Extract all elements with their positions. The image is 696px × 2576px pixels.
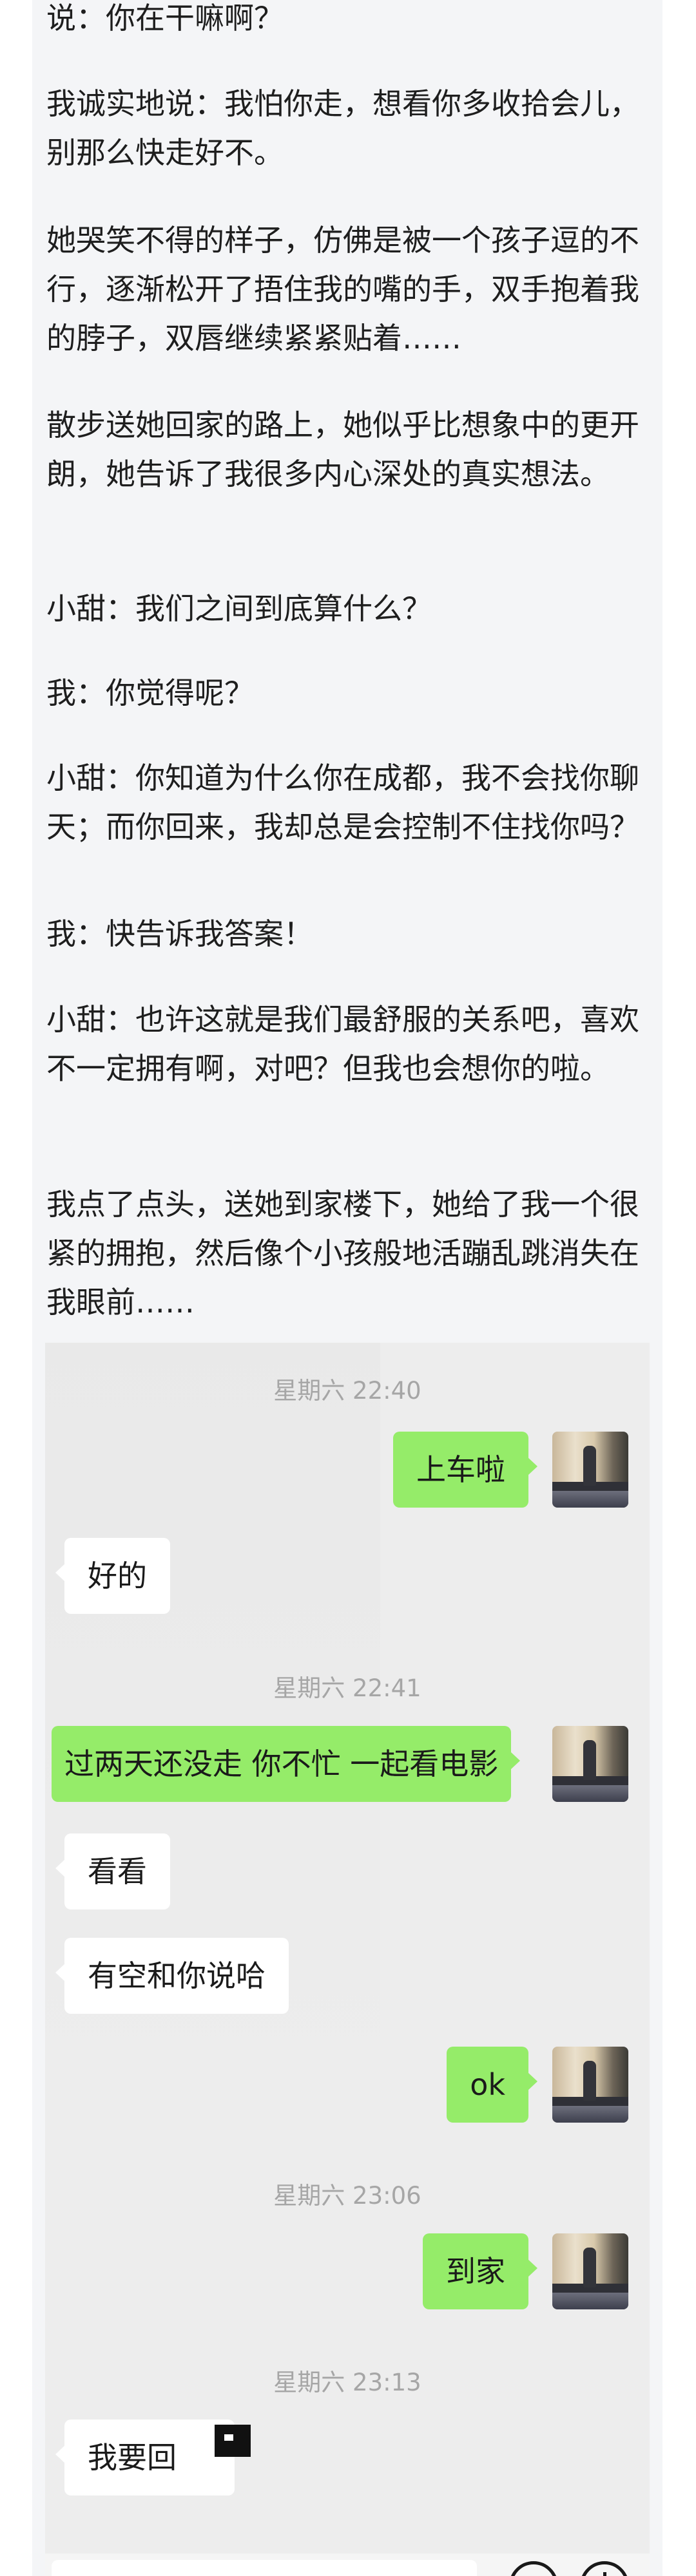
person-icon: [583, 1740, 596, 1780]
message-bubble-outgoing[interactable]: ok: [447, 2047, 537, 2123]
person-icon: [583, 2061, 596, 2101]
chat-timestamp: 星期六 22:40: [273, 1377, 421, 1405]
message-bubble-incoming[interactable]: 我要回: [55, 2420, 235, 2496]
chat-timestamp: 星期六 23:06: [273, 2182, 421, 2210]
avatar[interactable]: [552, 1432, 628, 1508]
paragraph: 我点了点头，送她到家楼下，她给了我一个很紧的拥抱，然后像个小孩般地活蹦乱跳消失在…: [46, 1187, 639, 1320]
article-page: 说：你在干嘛啊？ 我诚实地说：我怕你走，想看你多收拾会儿，别那么快走好不。 她哭…: [32, 0, 662, 2576]
plus-icon[interactable]: [580, 2561, 629, 2576]
paragraph: 我：你觉得呢？: [46, 676, 254, 710]
message-bubble-outgoing[interactable]: 到家: [423, 2233, 537, 2309]
chat-timestamp: 星期六 23:13: [273, 2369, 421, 2396]
paragraph: 说：你在干嘛啊？: [46, 1, 284, 35]
message-bubble-outgoing[interactable]: 上车啦: [393, 1432, 537, 1508]
redaction-mark-detail: [224, 2434, 233, 2441]
person-icon: [583, 1446, 596, 1486]
paragraph: 我：快告诉我答案！: [46, 916, 313, 951]
paragraph: 小甜：也许这就是我们最舒服的关系吧，喜欢不一定拥有啊，对吧？但我也会想你的啦。: [46, 1002, 639, 1086]
message-bubble-incoming[interactable]: 有空和你说哈: [55, 1938, 289, 2014]
avatar[interactable]: [552, 2047, 628, 2123]
person-icon: [583, 2248, 596, 2287]
avatar[interactable]: [552, 1726, 628, 1802]
message-bubble-incoming[interactable]: 好的: [55, 1538, 170, 1614]
paragraph: 散步送她回家的路上，她似乎比想象中的更开朗，她告诉了我很多内心深处的真实想法。: [46, 408, 639, 491]
emoji-icon[interactable]: [509, 2561, 558, 2576]
avatar[interactable]: [552, 2233, 628, 2309]
paragraph: 小甜：你知道为什么你在成都，我不会找你聊天；而你回来，我却总是会控制不住找你吗？: [46, 761, 639, 844]
paragraph: 我诚实地说：我怕你走，想看你多收拾会儿，别那么快走好不。: [46, 86, 639, 170]
paragraph: 小甜：我们之间到底算什么？: [46, 591, 432, 626]
chat-screenshot: 星期六 22:40 上车啦 好的 星期六 22:41 过两天还没走 你不忙 一起…: [45, 1343, 650, 2576]
message-input[interactable]: [52, 2560, 477, 2576]
paragraph: 她哭笑不得的样子，仿佛是被一个孩子逗的不行，逐渐松开了捂住我的嘴的手，双手抱着我…: [46, 223, 639, 355]
chat-input-bar: [45, 2553, 650, 2576]
message-bubble-outgoing[interactable]: 过两天还没走 你不忙 一起看电影: [52, 1726, 521, 1802]
redaction-mark: [215, 2425, 251, 2457]
message-bubble-incoming[interactable]: 看看: [55, 1833, 170, 1909]
chat-timestamp: 星期六 22:41: [273, 1674, 421, 1702]
